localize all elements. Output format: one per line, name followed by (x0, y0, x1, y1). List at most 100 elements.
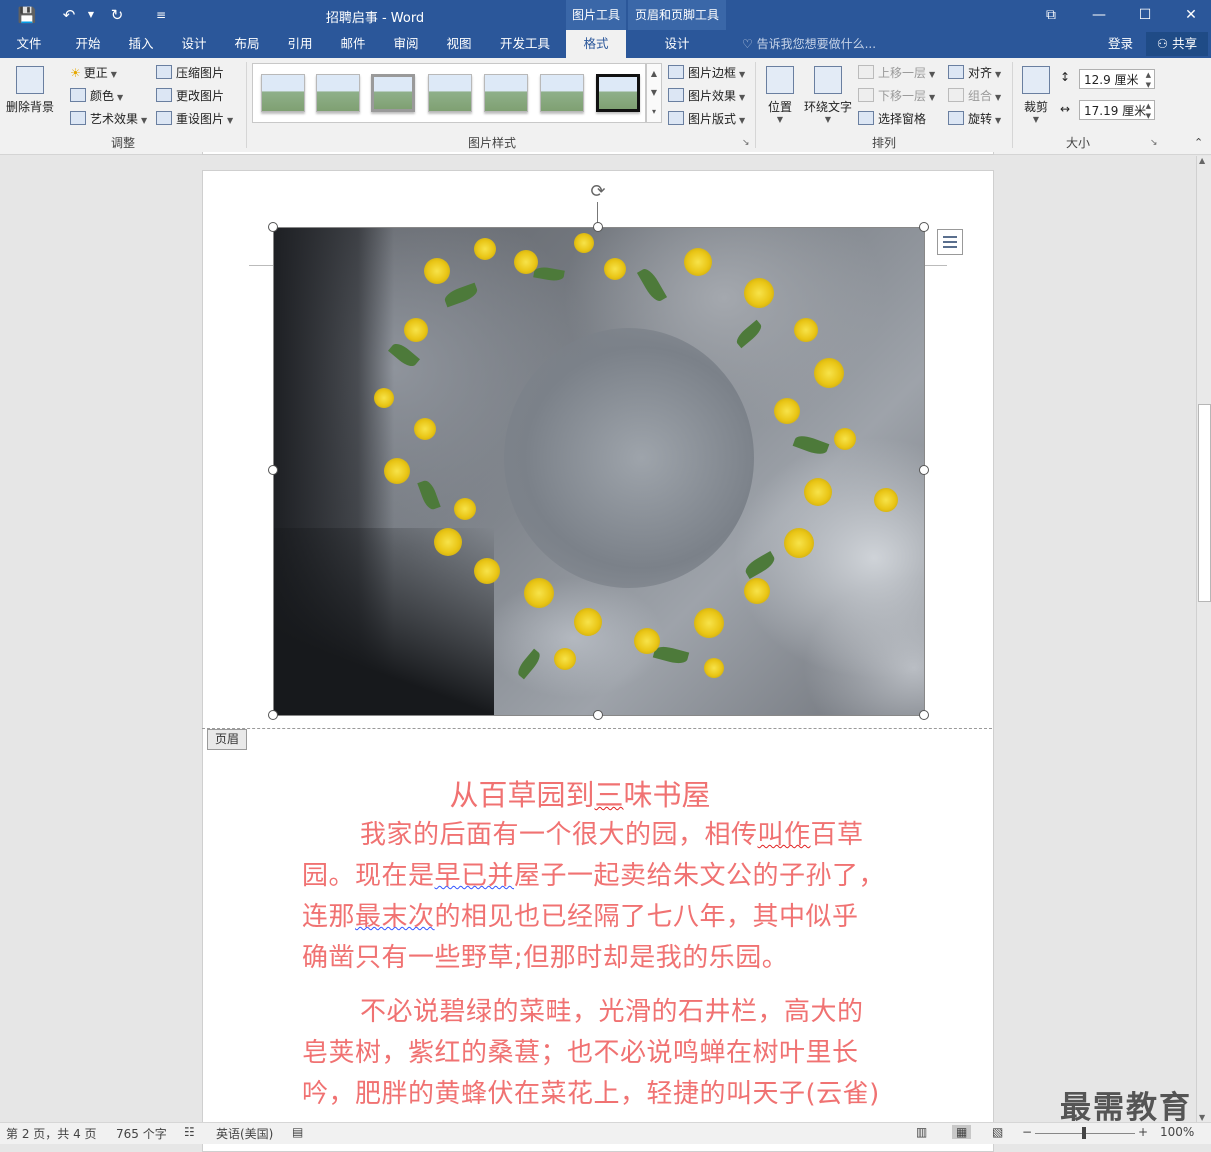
remove-background-icon (16, 66, 44, 94)
share-button[interactable]: ⚇ 共享 (1146, 32, 1208, 56)
document-heading[interactable]: 从百草园到三味书屋 (300, 772, 860, 814)
close-icon[interactable]: ✕ (1176, 4, 1206, 26)
chevron-down-icon[interactable]: ▼ (647, 83, 661, 102)
tab-design[interactable]: 设计 (168, 30, 220, 58)
flower-wreath-photo[interactable] (273, 227, 925, 716)
gallery-more-icon[interactable]: ▾ (647, 102, 661, 121)
zoom-out-icon[interactable]: − (1022, 1125, 1032, 1139)
picture-border-button[interactable]: 图片边框 ▼ (668, 64, 745, 81)
reset-picture-button[interactable]: 重设图片 ▼ (156, 110, 233, 127)
tab-header-footer-design[interactable]: 设计 (628, 30, 726, 58)
picture-layout-icon (668, 111, 684, 125)
tab-insert[interactable]: 插入 (116, 30, 166, 58)
gallery-scroll[interactable]: ▲ ▼ ▾ (646, 63, 662, 123)
collapse-ribbon-icon[interactable]: ⌃ (1194, 136, 1203, 149)
resize-handle[interactable] (268, 222, 278, 232)
paragraph-2[interactable]: 不必说碧绿的菜畦，光滑的石井栏，高大的 皂荚树，紫红的桑葚；也不必说鸣蝉在树叶里… (302, 992, 927, 1115)
document-title: 招聘启事 - Word (325, 11, 425, 26)
resize-handle[interactable] (919, 465, 929, 475)
tab-file[interactable]: 文件 (4, 30, 54, 58)
vertical-scrollbar[interactable]: ▲ ▼ (1196, 156, 1211, 1122)
save-icon[interactable]: 💾 (16, 5, 38, 25)
reset-picture-icon (156, 111, 172, 125)
resize-handle[interactable] (593, 710, 603, 720)
word-count[interactable]: 765 个字 (116, 1125, 167, 1142)
tab-picture-format[interactable]: 格式 (566, 30, 626, 58)
tab-developer[interactable]: 开发工具 (490, 30, 560, 58)
dialog-launcher-icon[interactable]: ↘ (1150, 138, 1158, 148)
height-spinner[interactable]: 12.9 厘米 ▲ ▼ (1079, 69, 1155, 89)
resize-handle[interactable] (268, 465, 278, 475)
maximize-icon[interactable]: ☐ (1130, 4, 1160, 26)
dialog-launcher-icon[interactable]: ↘ (742, 138, 750, 148)
chevron-up-icon[interactable]: ▲ (647, 64, 661, 83)
redo-icon[interactable]: ↻ (106, 5, 128, 25)
language-indicator[interactable]: 英语(美国) (216, 1125, 273, 1142)
web-layout-icon[interactable]: ▧ (992, 1125, 1003, 1139)
tab-home[interactable]: 开始 (62, 30, 114, 58)
chevron-down-icon[interactable]: ▼ (1199, 1113, 1205, 1122)
corrections-button[interactable]: ☀ 更正 ▼ (70, 64, 117, 81)
picture-style-thumb[interactable] (371, 74, 415, 112)
position-button[interactable]: 位置 ▼ (762, 66, 798, 124)
align-button[interactable]: 对齐 ▼ (948, 64, 1001, 81)
width-spinner[interactable]: 17.19 厘米 ▲ ▼ (1079, 100, 1155, 120)
crop-button[interactable]: 裁剪 ▼ (1018, 66, 1054, 124)
tab-review[interactable]: 审阅 (380, 30, 432, 58)
group-button[interactable]: 组合 ▼ (948, 87, 1001, 104)
remove-background-button[interactable]: 删除背景 (4, 66, 56, 115)
picture-style-thumb[interactable] (316, 74, 360, 112)
layout-options-icon[interactable] (937, 229, 963, 255)
spinner-arrows-icon[interactable]: ▲ ▼ (1146, 70, 1151, 90)
picture-style-thumb[interactable] (596, 74, 640, 112)
picture-style-thumb[interactable] (428, 74, 472, 112)
spinner-arrows-icon[interactable]: ▲ ▼ (1146, 101, 1151, 121)
tab-mailings[interactable]: 邮件 (328, 30, 378, 58)
color-icon (70, 88, 86, 102)
resize-handle[interactable] (919, 710, 929, 720)
picture-layout-button[interactable]: 图片版式 ▼ (668, 110, 745, 127)
change-picture-button[interactable]: 更改图片 (156, 87, 224, 104)
scrollbar-thumb[interactable] (1198, 404, 1211, 602)
color-button[interactable]: 颜色 ▼ (70, 87, 123, 104)
proofing-icon[interactable]: ☷ (184, 1125, 195, 1139)
person-icon: ⚇ (1156, 36, 1173, 51)
tab-layout[interactable]: 布局 (222, 30, 272, 58)
read-mode-icon[interactable]: ▥ (916, 1125, 927, 1139)
zoom-slider-thumb[interactable] (1082, 1127, 1086, 1139)
print-layout-icon[interactable]: ▦ (952, 1125, 972, 1139)
login-link[interactable]: 登录 (1108, 30, 1133, 58)
undo-dropdown-icon[interactable]: ▼ (80, 5, 102, 25)
wrap-text-button[interactable]: 环绕文字 ▼ (802, 66, 854, 124)
watermark-logo: 最需教育 (1060, 1090, 1192, 1126)
ribbon-display-options-icon[interactable]: ⧉ (1036, 4, 1066, 26)
minimize-icon[interactable]: — (1084, 4, 1114, 26)
picture-effects-button[interactable]: 图片效果 ▼ (668, 87, 745, 104)
zoom-in-icon[interactable]: + (1138, 1125, 1148, 1139)
send-backward-button[interactable]: 下移一层 ▼ (858, 87, 935, 104)
paragraph-1[interactable]: 我家的后面有一个很大的园，相传叫作百草 园。现在是早已并屋子一起卖给朱文公的子孙… (302, 815, 927, 979)
resize-handle[interactable] (919, 222, 929, 232)
resize-handle[interactable] (593, 222, 603, 232)
picture-style-thumb[interactable] (540, 74, 584, 112)
tell-me-search[interactable]: ♡ 告诉我您想要做什么... (742, 30, 876, 58)
page-count[interactable]: 第 2 页，共 4 页 (6, 1125, 97, 1142)
artistic-effects-button[interactable]: 艺术效果 ▼ (70, 110, 147, 127)
chevron-up-icon[interactable]: ▲ (1199, 156, 1205, 165)
tab-view[interactable]: 视图 (434, 30, 484, 58)
rotate-button[interactable]: 旋转 ▼ (948, 110, 1001, 127)
compress-pictures-button[interactable]: 压缩图片 (156, 64, 224, 81)
picture-style-thumb[interactable] (261, 74, 305, 112)
undo-icon[interactable]: ↶ (58, 5, 80, 25)
resize-handle[interactable] (268, 710, 278, 720)
bring-forward-button[interactable]: 上移一层 ▼ (858, 64, 935, 81)
group-label-picture-styles: 图片样式 (467, 136, 516, 150)
tab-references[interactable]: 引用 (274, 30, 326, 58)
macro-icon[interactable]: ▤ (292, 1125, 303, 1139)
picture-style-thumb[interactable] (484, 74, 528, 112)
zoom-level[interactable]: 100% (1160, 1125, 1194, 1139)
rotate-objects-icon (948, 111, 964, 125)
rotate-handle-icon[interactable]: ⟳ (588, 182, 608, 202)
selection-pane-button[interactable]: 选择窗格 (858, 110, 926, 127)
customize-quick-access-icon[interactable]: ≡ (150, 5, 172, 25)
